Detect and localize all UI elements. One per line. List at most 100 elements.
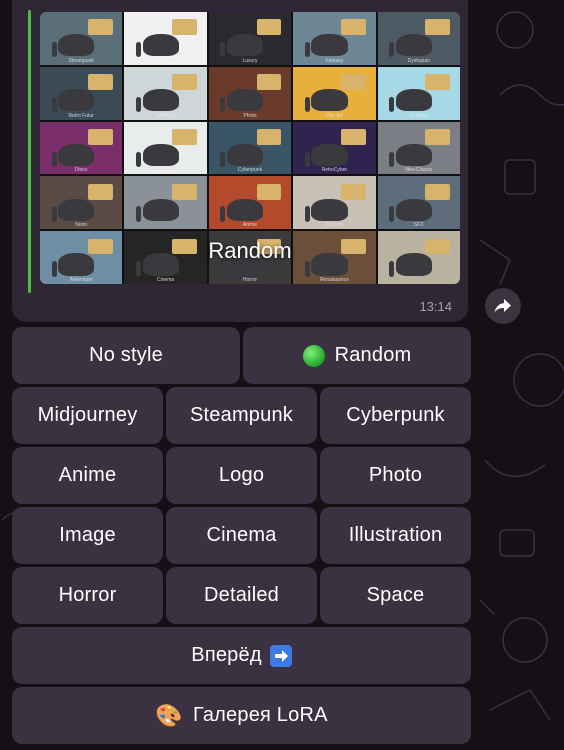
lora-gallery-button[interactable]: 🎨 Галерея LoRA [12,687,471,744]
tile-caption: Anime [242,222,258,229]
tile-caption: Steampunk [68,57,94,64]
gallery-tile: Cyberpunk [208,121,292,175]
button-label: Detailed [204,584,279,606]
gallery-tile: Photo [208,66,292,120]
tile-caption: Renaissance [319,276,349,283]
button-label: Вперёд [191,644,262,666]
tile-caption: Pop Art [326,112,343,119]
elephant-illustration [304,34,348,58]
elephant-illustration [389,198,432,223]
elephant-illustration [220,143,264,168]
sign-illustration [256,19,282,36]
button-label: Horror [58,584,117,606]
sign-illustration [256,183,282,200]
button-label: Space [366,584,425,606]
elephant-illustration [51,198,95,223]
gallery-tile: Luxury [208,12,292,65]
elephant-illustration [304,198,348,223]
tile-caption: Cyberpunk [237,167,263,174]
button-label: Steampunk [190,404,293,426]
button-label: Logo [218,464,265,486]
random-button[interactable]: Random [243,327,471,384]
gallery-tile [124,176,207,230]
elephant-illustration [135,34,179,58]
illustration-button[interactable]: Illustration [320,507,471,564]
button-label: Галерея LoRA [192,704,328,726]
space-button[interactable]: Space [320,567,471,624]
button-label: Photo [368,464,423,486]
gallery-tile: Minimal [124,66,207,120]
sign-illustration [341,19,366,36]
tile-caption: Custom [325,222,343,229]
gallery-tile: Neo-Classic [377,121,460,175]
elephant-illustration [135,143,179,168]
detailed-button[interactable]: Detailed [166,567,317,624]
gallery-tile: Custom [293,176,376,230]
tile-caption: Cinema [156,276,175,283]
steampunk-button[interactable]: Steampunk [166,387,317,444]
gallery-message: Steampunk Line Art Luxury Fantasy Dystopian R… [12,0,468,322]
elephant-illustration [51,88,95,113]
elephant-illustration [220,88,264,113]
gallery-tile: Dystopian [377,12,460,65]
tile-caption: Photo [243,112,257,119]
elephant-illustration [389,143,432,168]
sign-illustration [172,74,197,91]
tile-caption: Luxury [242,57,258,64]
sign-illustration [87,128,113,145]
horror-button[interactable]: Horror [12,567,163,624]
sign-illustration [425,128,451,145]
gallery-tile: Line Art [124,12,207,65]
sign-illustration [256,74,282,91]
tile-caption: Adventure [69,276,93,283]
button-label: Image [59,524,116,546]
no-style-button[interactable]: No style [12,327,240,384]
green-circle-icon [302,344,325,367]
gallery-tile: Architecture [124,121,207,175]
anime-button[interactable]: Anime [12,447,163,504]
gallery-tile: SFX [377,176,460,230]
forward-button[interactable] [485,288,521,324]
button-label: Anime [58,464,117,486]
gallery-tile: Disco [40,121,123,175]
cinema-button[interactable]: Cinema [166,507,317,564]
tile-caption: Dystopian [407,57,430,64]
sign-illustration [172,19,197,36]
forward-arrow-icon [494,299,511,313]
elephant-illustration [51,143,95,168]
sign-illustration [87,183,113,200]
sign-illustration [172,183,197,200]
button-label: Illustration [348,524,443,546]
gallery-tile: Anime [208,176,292,230]
sign-illustration [341,128,366,145]
gallery-tile: Graphic [377,66,460,120]
sign-illustration [425,183,451,200]
photo-button[interactable]: Photo [320,447,471,504]
tile-caption: Retro Futur [68,112,94,119]
elephant-illustration [51,34,95,58]
gallery-tile: Fantasy [293,12,376,65]
tile-caption: Minimal [156,112,175,119]
button-label: No style [89,344,163,366]
sign-illustration [256,128,282,145]
sign-illustration [87,74,113,91]
accent-bar [28,10,31,293]
elephant-illustration [304,143,348,168]
right-arrow-icon [269,644,292,667]
elephant-illustration [135,198,179,223]
tile-caption: SFX [413,222,424,229]
inline-keyboard: No style Random Midjourney Steampunk Cyb… [12,327,471,747]
gallery-tile: Pop Art [293,66,376,120]
cyberpunk-button[interactable]: Cyberpunk [320,387,471,444]
gallery-overlay-label: Random [208,238,292,263]
sign-illustration [425,19,451,36]
forward-next-button[interactable]: Вперёд [12,627,471,684]
logo-button[interactable]: Logo [166,447,317,504]
tile-caption: Fantasy [325,57,344,64]
midjourney-button[interactable]: Midjourney [12,387,163,444]
sign-illustration [172,128,197,145]
tile-caption: Graphic [410,112,428,119]
sign-illustration [425,74,451,91]
tile-caption: Line Art [157,57,175,64]
image-button[interactable]: Image [12,507,163,564]
